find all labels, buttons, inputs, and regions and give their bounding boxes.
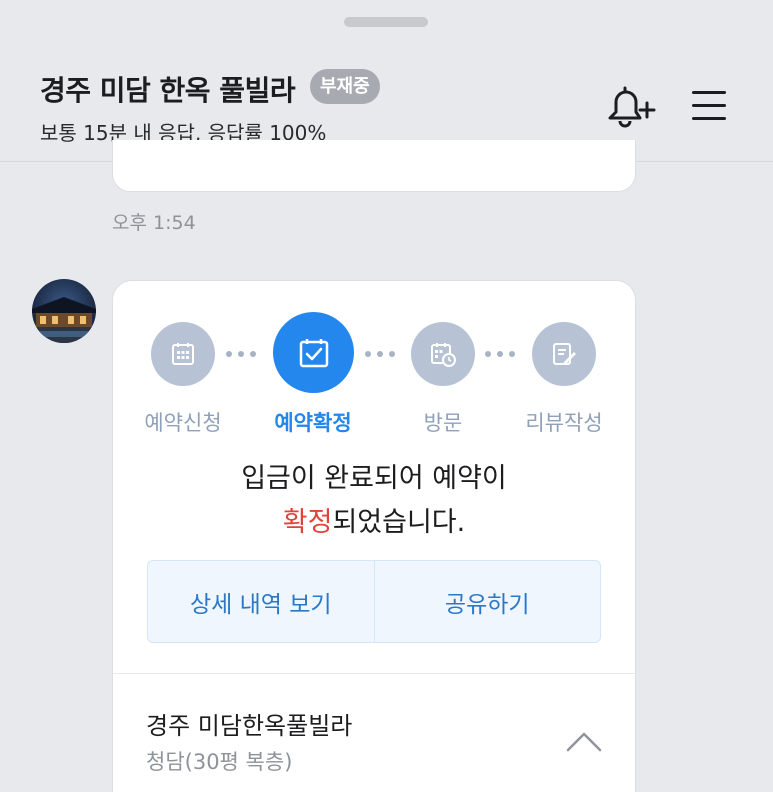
step-label-confirmed: 예약확정 xyxy=(274,411,352,435)
step-review-icon xyxy=(532,322,596,386)
step-confirmed-icon xyxy=(273,312,354,393)
confirmation-message-line1: 입금이 완료되어 예약이 xyxy=(241,463,507,494)
step-connector xyxy=(365,351,395,357)
confirmation-message-line2: 확정되었습니다. xyxy=(112,500,636,539)
card-divider xyxy=(113,673,635,674)
confirmed-highlight: 확정 xyxy=(282,507,333,538)
status-badge: 부재중 xyxy=(310,69,380,104)
step-request-icon xyxy=(151,322,215,386)
step-label-review: 리뷰작성 xyxy=(525,411,603,435)
previous-message-card xyxy=(112,140,636,192)
step-visit-icon xyxy=(411,322,475,386)
hamburger-menu-icon[interactable] xyxy=(690,88,730,122)
bell-plus-icon[interactable] xyxy=(604,84,656,130)
step-connector xyxy=(485,351,515,357)
page-title: 경주 미담 한옥 풀빌라 xyxy=(40,74,296,107)
step-label-visit: 방문 xyxy=(423,411,463,435)
action-button-group: 상세 내역 보기 공유하기 xyxy=(147,560,601,643)
chevron-up-icon[interactable] xyxy=(564,728,604,754)
step-connector xyxy=(226,351,256,357)
confirmation-message-rest: 되었습니다. xyxy=(332,507,466,538)
property-name: 경주 미담한옥풀빌라 xyxy=(146,712,353,740)
message-timestamp: 오후 1:54 xyxy=(112,212,196,234)
share-button[interactable]: 공유하기 xyxy=(373,561,601,642)
sheet-grab-handle[interactable] xyxy=(344,17,428,27)
view-details-button[interactable]: 상세 내역 보기 xyxy=(148,561,374,642)
room-type: 청담(30평 복층) xyxy=(146,750,293,774)
host-avatar[interactable] xyxy=(32,279,96,343)
step-label-request: 예약신청 xyxy=(144,411,222,435)
